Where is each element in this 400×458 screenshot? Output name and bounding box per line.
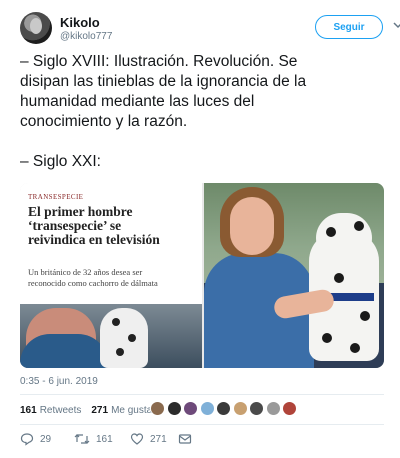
retweet-count: 161 — [96, 433, 113, 445]
follow-button[interactable]: Seguir — [315, 15, 383, 39]
author-handle[interactable]: @kikolo777 — [60, 31, 112, 42]
likes-count[interactable]: 271 — [91, 405, 108, 416]
chevron-down-icon[interactable] — [392, 19, 400, 31]
tweet-paragraph: – Siglo XVIII: Ilustración. Revolución. … — [20, 53, 307, 130]
retweet-action[interactable]: 161 — [74, 432, 113, 446]
liker-avatar[interactable] — [183, 401, 198, 416]
like-count: 271 — [150, 433, 167, 445]
author-display-name[interactable]: Kikolo — [60, 15, 100, 30]
news-article-image[interactable]: TRANSESPECIE El primer hombre ‘transespe… — [20, 183, 202, 368]
retweets-label[interactable]: Retweets — [40, 405, 82, 416]
article-kicker: TRANSESPECIE — [28, 193, 84, 201]
author-avatar[interactable] — [20, 12, 52, 44]
article-subhead: Un británico de 32 años desea ser recono… — [28, 267, 158, 288]
liker-avatar[interactable] — [249, 401, 264, 416]
engagement-stats: 161 Retweets 271 Me gusta — [20, 402, 152, 418]
reply-icon[interactable] — [20, 432, 34, 446]
tweet-timestamp[interactable]: 0:35 - 6 jun. 2019 — [20, 376, 98, 387]
tweet-header: Kikolo @kikolo777 Seguir — [20, 12, 400, 46]
reply-action[interactable]: 29 — [20, 432, 51, 446]
liker-avatar[interactable] — [282, 401, 297, 416]
tweet-paragraph: – Siglo XXI: — [20, 153, 101, 170]
tv-photo[interactable] — [204, 183, 384, 368]
heart-icon[interactable] — [130, 432, 144, 446]
message-action[interactable] — [178, 432, 198, 446]
liker-avatar[interactable] — [216, 401, 231, 416]
reply-count: 29 — [40, 433, 52, 445]
liker-avatar[interactable] — [232, 401, 248, 416]
retweets-count[interactable]: 161 — [20, 405, 37, 416]
liker-avatars[interactable] — [150, 401, 299, 417]
liker-avatar[interactable] — [199, 401, 215, 416]
tweet-card: Kikolo @kikolo777 Seguir – Siglo XVIII: … — [0, 0, 400, 458]
message-icon[interactable] — [178, 432, 192, 446]
likes-label[interactable]: Me gusta — [111, 405, 152, 416]
retweet-icon[interactable] — [74, 432, 90, 446]
article-photo — [20, 304, 202, 368]
divider — [20, 394, 384, 395]
divider — [20, 424, 384, 425]
tweet-actions: 29 161 271 — [20, 432, 384, 448]
tweet-media[interactable]: TRANSESPECIE El primer hombre ‘transespe… — [20, 183, 384, 368]
article-headline: El primer hombre ‘transespecie’ se reivi… — [28, 204, 160, 247]
like-action[interactable]: 271 — [130, 432, 167, 446]
liker-avatar[interactable] — [265, 401, 281, 416]
liker-avatar[interactable] — [150, 401, 165, 416]
liker-avatar[interactable] — [166, 401, 182, 416]
tweet-text: – Siglo XVIII: Ilustración. Revolución. … — [20, 52, 390, 172]
